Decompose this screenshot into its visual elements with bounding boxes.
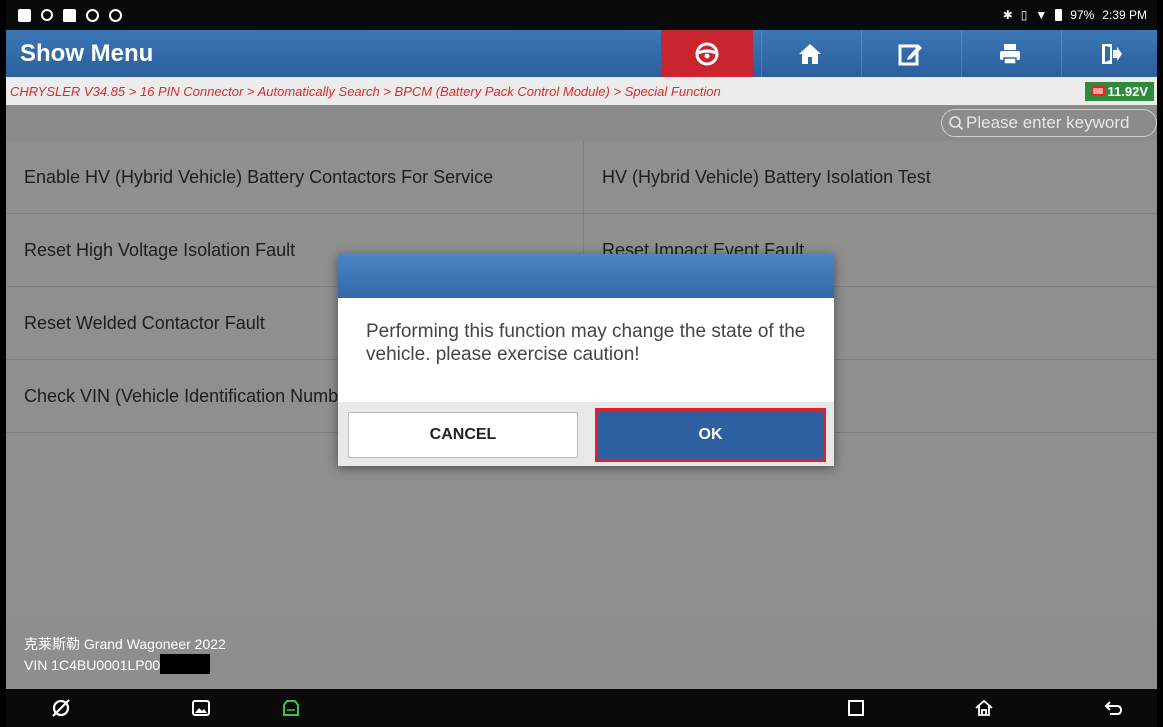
pause-notification-icon [86,8,99,22]
search-icon [949,116,964,131]
battery-icon [1055,9,1063,21]
gallery-notification-icon [18,8,31,22]
search-bar: Please enter keyword [6,105,1157,141]
battery-voltage-icon [1090,86,1105,96]
ok-button[interactable]: OK [598,411,823,459]
gallery-icon[interactable] [191,698,211,718]
sd-card-icon [63,8,76,22]
page-title: Show Menu [20,39,154,67]
dialog-header [338,254,834,298]
cancel-button[interactable]: CANCEL [348,412,578,458]
search-placeholder: Please enter keyword [966,113,1130,132]
clock: 2:39 PM [1102,8,1147,22]
wifi-icon: ▼ [1035,8,1048,22]
voltage-value: 11.92V [1107,83,1149,99]
vehicle-name: 克莱斯勒 Grand Wagoneer 2022 [24,636,226,652]
print-icon [999,43,1020,65]
vehicle-info-footer: 克莱斯勒 Grand Wagoneer 2022 VIN 1C4BU0001LP… [6,619,1157,689]
status-notification-icons [18,8,122,22]
record-notification-icon [109,8,122,22]
home-button[interactable] [761,30,857,77]
home-nav-icon[interactable] [974,698,994,718]
print-button[interactable] [961,30,1057,77]
vibrate-icon: ▯ [1020,8,1028,22]
search-input[interactable]: Please enter keyword [941,109,1157,137]
vin-redaction [160,654,211,674]
usb-notification-icon [41,9,53,21]
title-bar: Show Menu [6,30,1157,77]
bluetooth-icon: ✱ [1002,8,1013,22]
app-frame: ✱ ▯ ▼ 97% 2:39 PM Show Menu CHRYSLER V34… [0,0,1163,727]
caution-dialog: Performing this function may change the … [338,254,834,466]
screen-border-right [1157,0,1163,727]
browser-icon[interactable] [51,698,71,718]
vci-icon[interactable] [281,698,301,718]
home-icon [798,43,821,64]
exit-button[interactable] [1061,30,1157,77]
steering-wheel-button[interactable] [661,30,753,77]
vin-text: VIN 1C4BU0001LP00 [24,657,161,673]
status-bar: ✱ ▯ ▼ 97% 2:39 PM [6,0,1157,30]
recent-apps-icon[interactable] [846,698,866,718]
vehicle-vin: VIN 1C4BU0001LP00 [24,654,1157,675]
back-icon[interactable] [1104,698,1124,718]
voltage-badge: 11.92V [1084,81,1154,101]
status-system-info: ✱ ▯ ▼ 97% 2:39 PM [1003,8,1147,22]
steering-wheel-icon [695,42,719,65]
dialog-button-bar: CANCEL OK [338,402,834,466]
android-nav-bar [6,689,1157,727]
breadcrumb-bar: CHRYSLER V34.85 > 16 PIN Connector > Aut… [6,77,1157,105]
battery-percent: 97% [1070,8,1095,22]
edit-button[interactable] [861,30,957,77]
dialog-message: Performing this function may change the … [366,321,806,365]
exit-icon [1101,43,1122,64]
ok-button-highlight: OK [595,408,826,462]
edit-icon [898,44,922,65]
breadcrumb: CHRYSLER V34.85 > 16 PIN Connector > Aut… [10,83,721,99]
